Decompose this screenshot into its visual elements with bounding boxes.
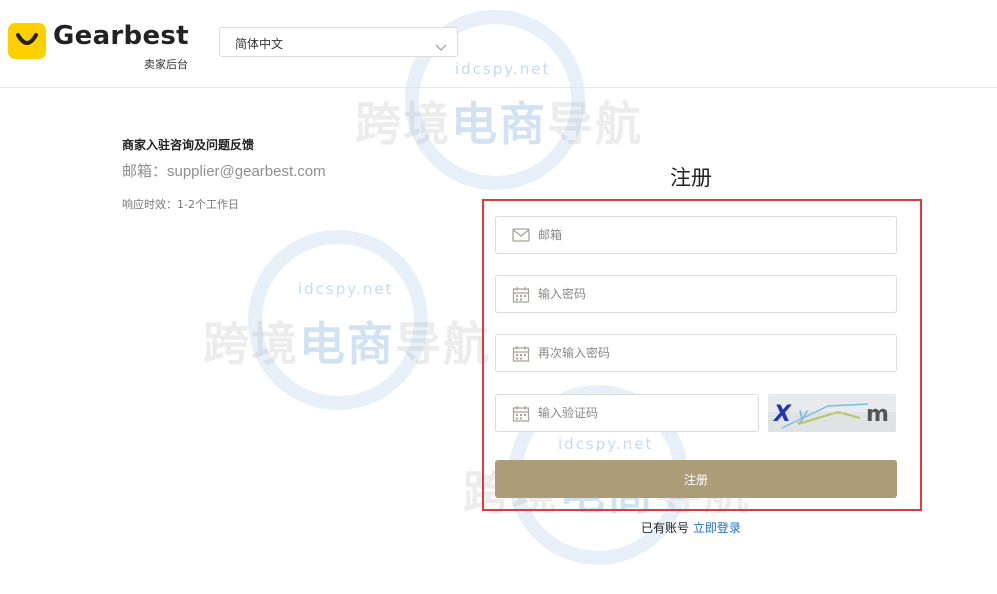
register-submit-button[interactable]: 注册 [495, 460, 897, 498]
mail-icon [512, 227, 530, 247]
contact-email: 邮箱：supplier@gearbest.com [122, 163, 326, 180]
contact-response-time: 响应时效：1-2个工作日 [122, 198, 239, 211]
has-account-text: 已有账号 [641, 521, 690, 535]
watermark-globe-icon [248, 230, 428, 410]
language-selected-value: 简体中文 [235, 37, 284, 51]
svg-text:m: m [866, 402, 889, 427]
register-title: 注册 [670, 166, 712, 190]
top-header: Gearbest 卖家后台 简体中文 [0, 0, 997, 88]
login-link[interactable]: 立即登录 [693, 521, 741, 535]
login-prompt: 已有账号 立即登录 [641, 519, 741, 536]
svg-text:—: — [828, 403, 844, 422]
email-field[interactable] [495, 216, 897, 254]
contact-title: 商家入驻咨询及问题反馈 [122, 138, 255, 152]
logo-text: Gearbest [53, 21, 189, 51]
watermark-url: idcspy.net [298, 280, 394, 298]
watermark-text: 跨境电商导航 [203, 317, 491, 371]
calendar-icon [512, 286, 530, 308]
watermark-middle: idcspy.net 跨境电商导航 [198, 230, 528, 420]
email-input[interactable] [538, 217, 838, 253]
confirm-password-field[interactable] [495, 334, 897, 372]
watermark-text: 跨境电商导航 [355, 97, 643, 151]
captcha-input[interactable] [538, 395, 738, 431]
gearbest-logo[interactable]: Gearbest 卖家后台 [8, 21, 198, 73]
password-input[interactable] [538, 276, 838, 312]
calendar-icon [512, 345, 530, 367]
svg-text:X: X [772, 402, 792, 427]
chevron-down-icon [435, 37, 447, 56]
password-field[interactable] [495, 275, 897, 313]
logo-subtitle: 卖家后台 [144, 58, 188, 71]
calendar-icon [512, 405, 530, 427]
language-select[interactable]: 简体中文 [219, 27, 458, 57]
logo-smile-icon [8, 23, 46, 59]
captcha-image[interactable]: X y — m [768, 394, 896, 432]
confirm-password-input[interactable] [538, 335, 838, 371]
captcha-field[interactable] [495, 394, 759, 432]
